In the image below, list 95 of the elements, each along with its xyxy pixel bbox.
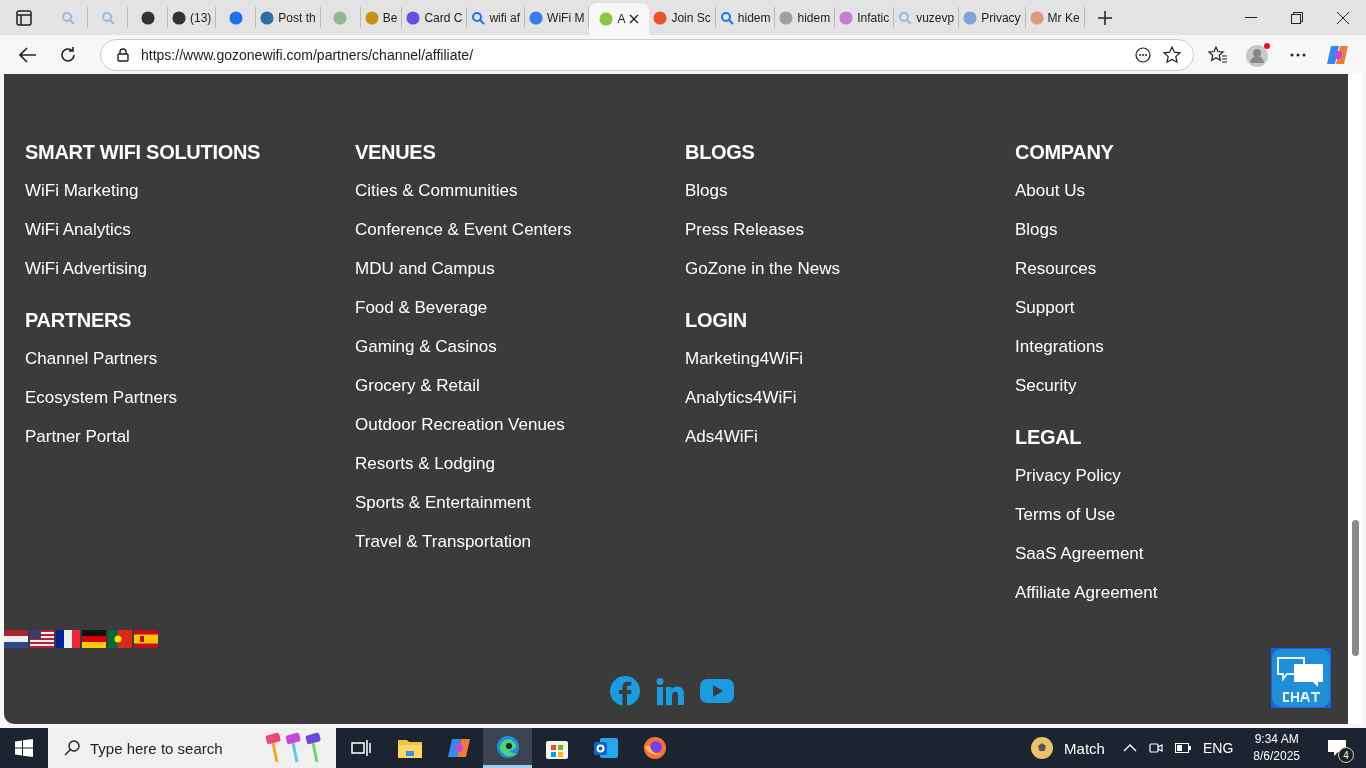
browser-tab[interactable]: Mr Ke: [1025, 7, 1085, 28]
footer-link[interactable]: Cities & Communities: [355, 180, 518, 202]
browser-tab[interactable]: Infatic: [835, 7, 895, 28]
footer-link[interactable]: Blogs: [1015, 219, 1058, 241]
footer-link[interactable]: WiFi Marketing: [25, 180, 139, 202]
footer-link[interactable]: Ads4WiFi: [685, 426, 758, 448]
language-indicator[interactable]: ENG: [1202, 740, 1234, 756]
footer-link[interactable]: Affiliate Agreement: [1015, 582, 1158, 604]
notification-count: 4: [1338, 747, 1354, 763]
taskbar-app[interactable]: [483, 728, 532, 768]
copilot-icon[interactable]: [1327, 43, 1349, 66]
footer-link[interactable]: Partner Portal: [25, 426, 130, 448]
flag-icon[interactable]: [4, 630, 28, 648]
lock-icon: [117, 47, 129, 62]
footer-link[interactable]: Support: [1015, 297, 1075, 319]
footer-link[interactable]: Travel & Transportation: [355, 531, 532, 553]
footer-link[interactable]: Sports & Entertainment: [355, 492, 531, 514]
section-heading: COMPANY: [1015, 141, 1115, 164]
flag-icon[interactable]: [82, 630, 106, 648]
browser-tab[interactable]: Privacy: [959, 7, 1026, 28]
section-heading: LOGIN: [685, 309, 748, 332]
battery-icon[interactable]: [1174, 743, 1191, 753]
footer-link[interactable]: WiFi Advertising: [25, 258, 147, 280]
task-view-icon: [350, 739, 371, 757]
clock[interactable]: 9:34 AM 8/6/2025: [1245, 731, 1308, 765]
facebook-icon[interactable]: [610, 676, 640, 706]
footer-link[interactable]: Terms of Use: [1015, 504, 1116, 526]
section-heading: BLOGS: [685, 141, 756, 164]
restore-icon[interactable]: [1291, 11, 1303, 24]
search-field[interactable]: Type here to search: [48, 728, 336, 768]
footer-link[interactable]: Press Releases: [685, 219, 805, 241]
flag-icon[interactable]: [30, 630, 54, 648]
minimize-icon[interactable]: [1245, 16, 1257, 19]
browser-tab[interactable]: A: [589, 3, 650, 35]
favorites-icon[interactable]: [1208, 45, 1228, 64]
footer-link[interactable]: Ecosystem Partners: [25, 387, 178, 409]
folder-icon: [397, 738, 422, 758]
close-icon[interactable]: [629, 14, 640, 24]
footer-link[interactable]: About Us: [1015, 180, 1085, 202]
address-field[interactable]: https://www.gozonewifi.com/partners/channel/affiliate/: [100, 38, 1194, 71]
weather-widget[interactable]: Match: [1064, 739, 1105, 757]
new-tab-icon[interactable]: [1096, 9, 1113, 26]
footer-link[interactable]: Blogs: [685, 180, 728, 202]
mail-app-icon: [593, 737, 618, 759]
browser-tab[interactable]: hidem: [775, 7, 836, 28]
browser-tab[interactable]: vuzevp: [894, 7, 960, 28]
footer-link[interactable]: Resources: [1015, 258, 1097, 280]
profile-icon[interactable]: [1245, 41, 1271, 68]
footer-link[interactable]: Resorts & Lodging: [355, 453, 495, 475]
chat-button[interactable]: [1271, 648, 1331, 708]
footer-link[interactable]: WiFi Analytics: [25, 219, 131, 241]
browser-tab[interactable]: Be: [360, 7, 403, 28]
edge-icon: [495, 734, 520, 759]
tab-actions-icon[interactable]: [16, 9, 32, 26]
footer-link[interactable]: Analytics4WiFi: [685, 387, 797, 409]
scrollbar[interactable]: [1348, 74, 1362, 724]
section-heading: PARTNERS: [25, 309, 133, 332]
section-heading: LEGAL: [1015, 426, 1083, 449]
start-icon[interactable]: [15, 739, 33, 757]
refresh-icon[interactable]: [59, 45, 77, 64]
footer-link[interactable]: Grocery & Retail: [355, 375, 480, 397]
close-icon[interactable]: [1337, 11, 1349, 24]
linkedin-icon[interactable]: [656, 677, 684, 705]
camera-icon[interactable]: [1148, 740, 1163, 756]
firefox-icon: [642, 736, 667, 760]
footer-link[interactable]: SaaS Agreement: [1015, 543, 1144, 565]
copilot-icon: [446, 736, 471, 760]
menu-icon[interactable]: [1290, 52, 1306, 57]
footer-link[interactable]: MDU and Campus: [355, 258, 495, 280]
footer-link[interactable]: Marketing4WiFi: [685, 348, 804, 370]
browser-tab[interactable]: (13): [168, 7, 217, 28]
footer-link[interactable]: Security: [1015, 375, 1077, 397]
browser-tab[interactable]: Join Sc: [649, 7, 716, 28]
footer-link[interactable]: Integrations: [1015, 336, 1104, 358]
browser-tab[interactable]: wifi af: [467, 7, 526, 28]
youtube-icon[interactable]: [700, 679, 734, 703]
more-options-icon[interactable]: [1135, 46, 1151, 63]
section-heading: SMART WIFI SOLUTIONS: [25, 141, 262, 164]
footer-link[interactable]: Food & Beverage: [355, 297, 488, 319]
footer-link[interactable]: Conference & Event Centers: [355, 219, 572, 241]
star-icon[interactable]: [1163, 45, 1181, 64]
footer-link[interactable]: Privacy Policy: [1015, 465, 1121, 487]
browser-tab[interactable]: Card C: [402, 7, 468, 28]
search-icon: [64, 740, 80, 756]
footer-link[interactable]: GoZone in the News: [685, 258, 840, 280]
section-heading: VENUES: [355, 141, 437, 164]
browser-tab[interactable]: Post th: [256, 7, 321, 28]
browser-tab[interactable]: hidem: [715, 7, 776, 28]
soccer-ball-icon: [1030, 736, 1055, 760]
back-icon[interactable]: [19, 46, 37, 63]
flag-icon[interactable]: [56, 630, 80, 648]
footer-link[interactable]: Gaming & Casinos: [355, 336, 497, 358]
footer-link[interactable]: Outdoor Recreation Venues: [355, 414, 565, 436]
footer-link[interactable]: Channel Partners: [25, 348, 158, 370]
chevron-up-icon[interactable]: [1122, 744, 1137, 752]
